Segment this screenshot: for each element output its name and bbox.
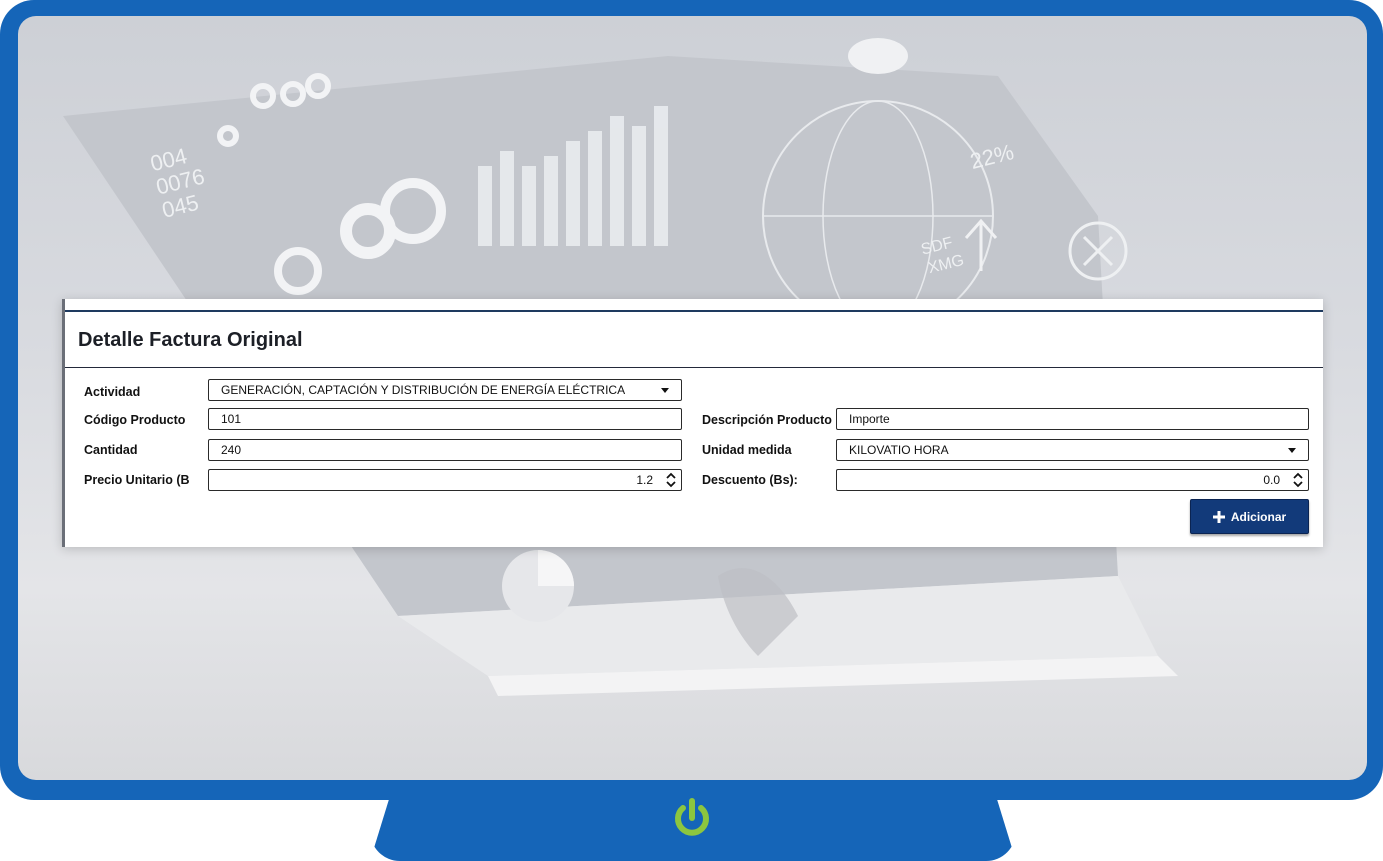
descripcion-producto-label: Descripción Producto [702, 413, 832, 427]
panel-left-border [62, 299, 65, 547]
panel-top-rule [65, 310, 1323, 312]
descuento-label: Descuento (Bs): [702, 473, 798, 487]
actividad-select[interactable]: GENERACIÓN, CAPTACIÓN Y DISTRIBUCIÓN DE … [208, 379, 682, 401]
plus-icon [1212, 510, 1225, 523]
actividad-value: GENERACIÓN, CAPTACIÓN Y DISTRIBUCIÓN DE … [221, 383, 626, 397]
cantidad-input[interactable]: 240 [208, 439, 682, 461]
actividad-label: Actividad [84, 385, 141, 399]
add-button-label: Adicionar [1230, 509, 1287, 524]
cloud-graphic [848, 38, 908, 74]
spinner-icon[interactable] [1292, 472, 1304, 488]
codigo-producto-input[interactable]: 101 [208, 408, 682, 430]
descuento-value: 0.0 [1263, 473, 1280, 487]
add-button[interactable]: Adicionar [1190, 499, 1309, 534]
precio-unitario-label: Precio Unitario (Bs [84, 473, 190, 487]
power-icon[interactable] [669, 796, 715, 842]
precio-unitario-value: 1.2 [636, 473, 653, 487]
invoice-detail-panel: Detalle Factura Original Actividad GENER… [62, 299, 1323, 547]
precio-unitario-input[interactable]: 1.2 [208, 469, 682, 491]
unidad-medida-value: KILOVATIO HORA [849, 443, 949, 457]
codigo-producto-label: Código Producto [84, 413, 186, 427]
cantidad-label: Cantidad [84, 443, 138, 457]
unidad-medida-label: Unidad medida [702, 443, 792, 457]
descripcion-producto-input[interactable]: Importe [836, 408, 1309, 430]
panel-title: Detalle Factura Original [78, 329, 303, 351]
descuento-input[interactable]: 0.0 [836, 469, 1309, 491]
panel-separator [65, 367, 1323, 368]
unidad-medida-select[interactable]: KILOVATIO HORA [836, 439, 1309, 461]
chevron-down-icon [661, 387, 669, 393]
chevron-down-icon [1288, 447, 1296, 453]
spinner-icon[interactable] [665, 472, 677, 488]
